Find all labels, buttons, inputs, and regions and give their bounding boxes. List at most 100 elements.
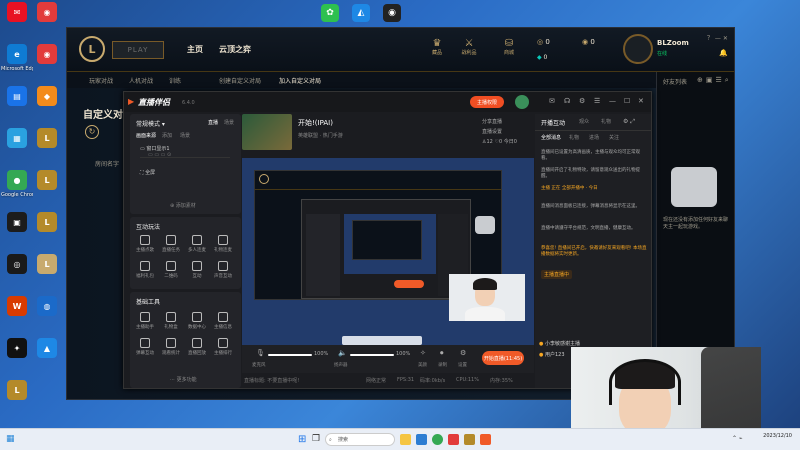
tool-item[interactable]: 福利礼包 (134, 261, 156, 279)
gear-icon[interactable]: ⚙ (579, 97, 585, 105)
tool-item[interactable]: 礼物盒 (160, 312, 182, 330)
desktop-icon[interactable]: ▣ (1, 212, 33, 234)
taskbar-lol-icon[interactable] (464, 434, 475, 445)
mic-icon[interactable]: 🎙 (256, 349, 265, 357)
taskbar-clock[interactable]: 2023/12/10 (763, 433, 792, 439)
chat-tool-icons[interactable]: ⚙ ⤢ (623, 118, 635, 126)
tool-item[interactable]: 主播助手 (134, 312, 156, 330)
taskview-icon[interactable]: ❐ (312, 434, 320, 444)
more-tools-button[interactable]: ⋯ 更多功能 (170, 376, 197, 383)
chat-sub-3[interactable]: 关注 (609, 134, 619, 141)
start-menu-icon[interactable]: ⊞ (298, 434, 306, 445)
desktop-icon[interactable]: ◍ (31, 296, 63, 318)
start-live-button[interactable]: 开始直播(11:45) (482, 351, 524, 365)
lol-logo-icon[interactable]: L (79, 36, 105, 62)
source-tab-2[interactable]: 场景 (180, 132, 190, 139)
desktop-icon[interactable]: L (1, 380, 33, 402)
desktop-icon[interactable]: ✦ (1, 338, 33, 360)
desktop-icon[interactable]: ◆ (31, 86, 63, 108)
collection-button[interactable]: ♛ 藏品 (422, 38, 452, 56)
chat-tab-2[interactable]: 礼物 (601, 118, 611, 125)
tool-item[interactable]: 二维码 (160, 261, 182, 279)
subnav-coop[interactable]: 人机对战 (129, 76, 153, 85)
top-app-icon[interactable]: ◭ (352, 4, 370, 22)
scene-tab-live[interactable]: 直播 (208, 119, 218, 126)
tool-item[interactable]: 礼物连麦 (212, 235, 234, 253)
record-icon[interactable]: ⏺ (440, 349, 444, 358)
stream-user-avatar[interactable] (515, 95, 529, 109)
tool-item[interactable]: 声音互动 (212, 261, 234, 279)
store-button[interactable]: ⛁ 商城 (494, 38, 524, 56)
tool-item[interactable]: 数据中心 (186, 312, 208, 330)
maximize-icon[interactable]: ☐ (624, 97, 630, 105)
tool-item[interactable]: 主播点歌 (134, 235, 156, 253)
desktop-icon[interactable]: ◎ (1, 254, 33, 276)
desktop-icon[interactable]: L (31, 170, 63, 192)
summoner-avatar[interactable] (623, 34, 653, 64)
desktop-icon[interactable]: ◉ (31, 2, 63, 24)
loot-button[interactable]: ⚔ 战利品 (454, 38, 484, 56)
desktop-icon[interactable]: ▤ (1, 86, 33, 108)
taskbar-app-icon[interactable] (448, 434, 459, 445)
subnav-pvp[interactable]: 玩家对战 (89, 76, 113, 85)
tool-item[interactable]: 直播任务 (160, 235, 182, 253)
headset-icon[interactable]: ☊ (564, 97, 570, 105)
desktop-icon[interactable]: W (1, 296, 33, 318)
subnav-join-custom[interactable]: 加入自定义对局 (279, 76, 321, 85)
desktop-icon[interactable]: ◉ (31, 44, 63, 66)
chat-tab-1[interactable]: 观众 (579, 118, 589, 125)
room-cover-thumbnail[interactable] (242, 114, 292, 150)
friends-toolbar-icons[interactable]: ⊕▣☰⌕ (697, 76, 732, 85)
tool-item[interactable]: 主播排行 (212, 338, 234, 356)
taskbar-stream-icon[interactable] (480, 434, 491, 445)
speaker-icon[interactable]: 🔈 (338, 349, 347, 357)
tool-item[interactable]: 主播信息 (212, 312, 234, 330)
taskbar-search-input[interactable]: ⌕ 搜索 (325, 433, 395, 446)
desktop-icon[interactable]: L (31, 128, 63, 150)
room-title[interactable]: 开始!(IPAI) (298, 118, 333, 128)
live-preview[interactable] (242, 158, 534, 345)
source-item-fullscreen[interactable]: ⛶ 全屏 (140, 169, 155, 176)
chat-tab-0[interactable]: 开播互动 (541, 118, 565, 127)
currency-rp[interactable]: ◎ 0 (537, 38, 550, 46)
desktop-icon[interactable]: L (31, 254, 63, 276)
nav-tft[interactable]: 云顶之弈 (219, 44, 251, 55)
speaker-volume-slider[interactable] (350, 354, 394, 356)
summoner-status[interactable]: 在线 (657, 50, 667, 57)
settings-icon[interactable]: ⚙ (460, 349, 466, 357)
desktop-icon[interactable]: ▲ (31, 338, 63, 360)
chat-highlight-badge[interactable]: 主播直播中 (541, 270, 573, 279)
currency-be[interactable]: ◉ 0 (582, 38, 595, 46)
share-button[interactable]: 分享直播 (482, 118, 502, 125)
taskbar-store-icon[interactable] (416, 434, 427, 445)
anchor-permission-button[interactable]: 主播权限 (470, 96, 504, 108)
play-button[interactable]: PLAY (112, 41, 164, 59)
menu-icon[interactable]: ☰ (594, 97, 600, 105)
tray-icons[interactable]: ⌃ ⌁ (732, 435, 743, 442)
source-tab-0[interactable]: 画面来源 (136, 132, 156, 139)
desktop-icon[interactable]: L (31, 212, 63, 234)
source-tab-1[interactable]: 添加 (162, 132, 172, 139)
nav-home[interactable]: 主页 (187, 44, 203, 55)
taskbar-explorer-icon[interactable] (400, 434, 411, 445)
refresh-icon[interactable]: ↻ (85, 125, 99, 139)
tool-item[interactable]: 多人连麦 (186, 235, 208, 253)
chat-sub-2[interactable]: 进场 (589, 134, 599, 141)
top-app-icon[interactable]: ✿ (321, 4, 339, 22)
scene-mode-title[interactable]: 常规模式 ▾ (136, 119, 165, 128)
beauty-icon[interactable]: ✧ (420, 349, 426, 357)
lol-window-controls[interactable]: ？ — ✕ (707, 33, 728, 42)
desktop-icon[interactable]: ▦ (1, 128, 33, 150)
subnav-training[interactable]: 训练 (169, 76, 181, 85)
desktop-icon[interactable]: ✉ (1, 2, 33, 24)
tool-item[interactable]: 互动 (186, 261, 208, 279)
desktop-icon[interactable]: ● Google Chrome (1, 170, 33, 198)
top-app-icon[interactable]: ◉ (383, 4, 401, 22)
minimize-icon[interactable]: — (609, 97, 616, 105)
show-desktop-icon[interactable]: ▦ (6, 434, 15, 444)
tool-item[interactable]: 直播回放 (186, 338, 208, 356)
room-settings-button[interactable]: 直播设置 (482, 128, 502, 135)
tool-item[interactable]: 观看统计 (160, 338, 182, 356)
taskbar-chrome-icon[interactable] (432, 434, 443, 445)
tool-item[interactable]: 弹幕互动 (134, 338, 156, 356)
